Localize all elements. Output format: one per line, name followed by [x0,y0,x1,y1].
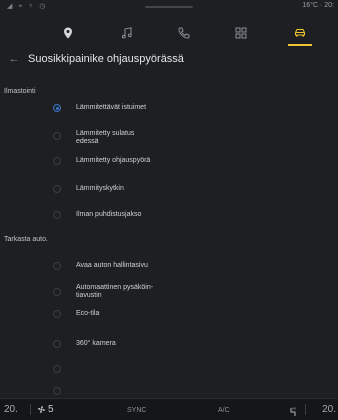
tab-navigation[interactable] [40,18,96,48]
option-air-purification[interactable]: Ilman puhdistusjakso [0,207,338,229]
status-icons: ◢ ⌖ ♆ ◷ [7,3,48,10]
seat-heat-icon [290,407,296,416]
radio-button[interactable] [53,340,61,348]
radio-button[interactable] [53,132,61,140]
option-eco-mode[interactable]: Eco-tila [0,306,338,328]
divider [30,404,31,415]
section-title-check-car: Tarkasta auto. [4,236,48,243]
option-label: Avaa auton hallintasivu [76,262,148,269]
radio-button[interactable] [53,288,61,296]
option-label: Lämmitettävät istuimet [76,104,147,111]
status-bar: ◢ ⌖ ♆ ◷ 16°C · 20: [0,0,338,14]
back-arrow-icon[interactable]: ← [6,51,22,67]
option-label: Lämmitetty ohjauspyörä [76,157,151,164]
phone-icon [178,27,190,39]
option-auto-parking-assist[interactable]: Automaattinen pysäköin- tiavustin [0,283,338,305]
page-header: ← Suosikkipainike ohjauspyörässä [0,48,338,70]
temperature-right[interactable]: 20. [322,404,336,415]
seat-heating-button[interactable] [288,404,298,420]
climate-bar: 20. 5 SYNC A/C 20. [0,398,338,420]
radio-button[interactable] [53,310,61,318]
option-label: 360° kamera [76,340,116,347]
pull-down-handle[interactable] [145,6,193,8]
option-unlabeled-1[interactable] [0,361,338,383]
fan-speed-control[interactable]: 5 [37,404,54,415]
section-title-climate: Ilmastointi [4,88,36,95]
sync-button[interactable]: SYNC [127,407,146,414]
option-heated-seats[interactable]: Lämmitettävät istuimet [0,100,338,122]
fan-icon [38,406,45,413]
divider [305,404,306,415]
option-label: Lämmityskytkin [76,185,124,192]
tab-phone[interactable] [156,18,212,48]
fan-speed-value: 5 [48,404,54,415]
ac-button[interactable]: A/C [218,407,230,414]
radio-button[interactable] [53,262,61,270]
radio-button[interactable] [53,185,61,193]
option-heating-switch[interactable]: Lämmityskytkin [0,181,338,203]
radio-button[interactable] [53,365,61,373]
radio-button[interactable] [53,157,61,165]
temperature-left[interactable]: 20. [4,404,18,415]
radio-button[interactable] [53,211,61,219]
option-360-camera[interactable]: 360° kamera [0,336,338,358]
tab-media[interactable] [99,18,155,48]
status-temperature-time: 16°C · 20: [302,2,334,9]
tab-vehicle[interactable] [272,18,328,48]
option-label: Ilman puhdistusjakso [76,211,142,218]
option-label: Automaattinen pysäköin- tiavustin [76,284,154,299]
radio-button-checked[interactable] [53,104,61,112]
top-navigation [0,18,338,48]
page-title: Suosikkipainike ohjauspyörässä [28,53,184,65]
tab-apps[interactable] [213,18,269,48]
option-heated-front-defrost[interactable]: Lämmitetty sulatus edessä [0,128,338,150]
apps-grid-icon [235,27,247,39]
option-heated-steering-wheel[interactable]: Lämmitetty ohjauspyörä [0,153,338,175]
option-label: Eco-tila [76,310,100,317]
car-icon [295,29,305,37]
option-car-management-page[interactable]: Avaa auton hallintasivu [0,258,338,280]
location-pin-icon [64,27,72,39]
radio-button[interactable] [53,387,61,395]
option-label: Lämmitetty sulatus edessä [76,130,135,145]
music-note-icon [121,27,132,39]
